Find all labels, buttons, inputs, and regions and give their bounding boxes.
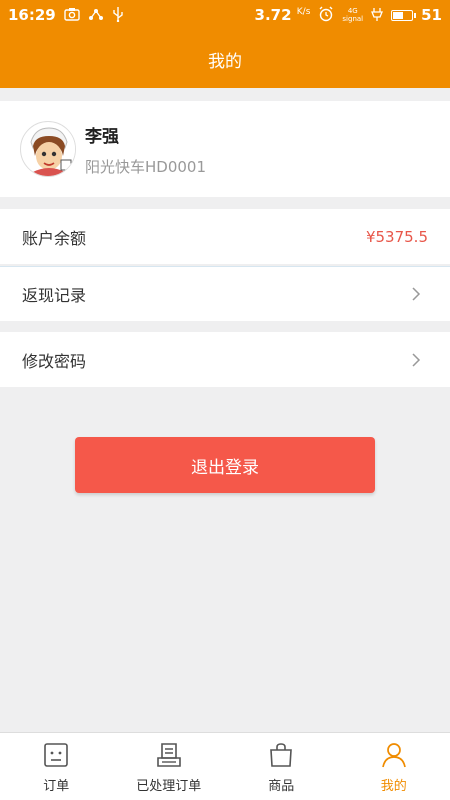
alarm-icon bbox=[318, 6, 334, 25]
avatar[interactable] bbox=[20, 121, 76, 177]
share-icon bbox=[88, 7, 104, 24]
bottom-tab-bar: 订单 已处理订单 商品 我的 bbox=[0, 732, 450, 800]
logout-button[interactable]: 退出登录 bbox=[75, 437, 375, 493]
tab-label: 已处理订单 bbox=[136, 779, 202, 794]
page-header: 我的 bbox=[0, 30, 450, 88]
balance-label: 账户余额 bbox=[22, 228, 87, 248]
chevron-right-icon bbox=[404, 348, 428, 372]
network-indicator: 4G signal bbox=[342, 7, 364, 23]
tab-label: 订单 bbox=[43, 779, 70, 794]
status-time: 16:29 bbox=[8, 6, 56, 24]
page-title: 我的 bbox=[208, 51, 242, 72]
user-store: 阳光快车HD0001 bbox=[85, 157, 207, 176]
battery-icon bbox=[391, 9, 417, 21]
order-icon bbox=[44, 743, 69, 767]
tab-label: 商品 bbox=[268, 779, 295, 794]
account-balance-row[interactable]: 账户余额 ¥5375.5 bbox=[0, 209, 450, 264]
processed-orders-icon bbox=[156, 743, 181, 767]
chevron-right-icon bbox=[404, 282, 428, 306]
cashback-label: 返现记录 bbox=[22, 286, 87, 305]
cashback-records-row[interactable]: 返现记录 bbox=[0, 266, 450, 321]
user-icon bbox=[381, 743, 406, 768]
password-label: 修改密码 bbox=[22, 351, 87, 371]
usb-icon bbox=[112, 6, 124, 25]
change-password-row[interactable]: 修改密码 bbox=[0, 332, 450, 387]
profile-card[interactable]: 李强 阳光快车HD0001 bbox=[0, 101, 450, 197]
camera-icon bbox=[64, 7, 80, 24]
status-bar: 16:29 3.72 K/s 4G signal 51 bbox=[0, 0, 450, 30]
charging-icon bbox=[371, 7, 384, 24]
tab-products[interactable]: 商品 bbox=[225, 733, 338, 800]
tab-orders[interactable]: 订单 bbox=[0, 733, 113, 800]
battery-level: 51 bbox=[421, 6, 442, 24]
user-name: 李强 bbox=[85, 126, 119, 147]
shopping-bag-icon bbox=[270, 743, 293, 767]
balance-value: ¥5375.5 bbox=[365, 227, 428, 246]
tab-mine[interactable]: 我的 bbox=[338, 733, 450, 800]
tab-label: 我的 bbox=[380, 779, 407, 794]
tab-processed-orders[interactable]: 已处理订单 bbox=[113, 733, 226, 800]
network-speed: 3.72 K/s bbox=[254, 6, 311, 24]
